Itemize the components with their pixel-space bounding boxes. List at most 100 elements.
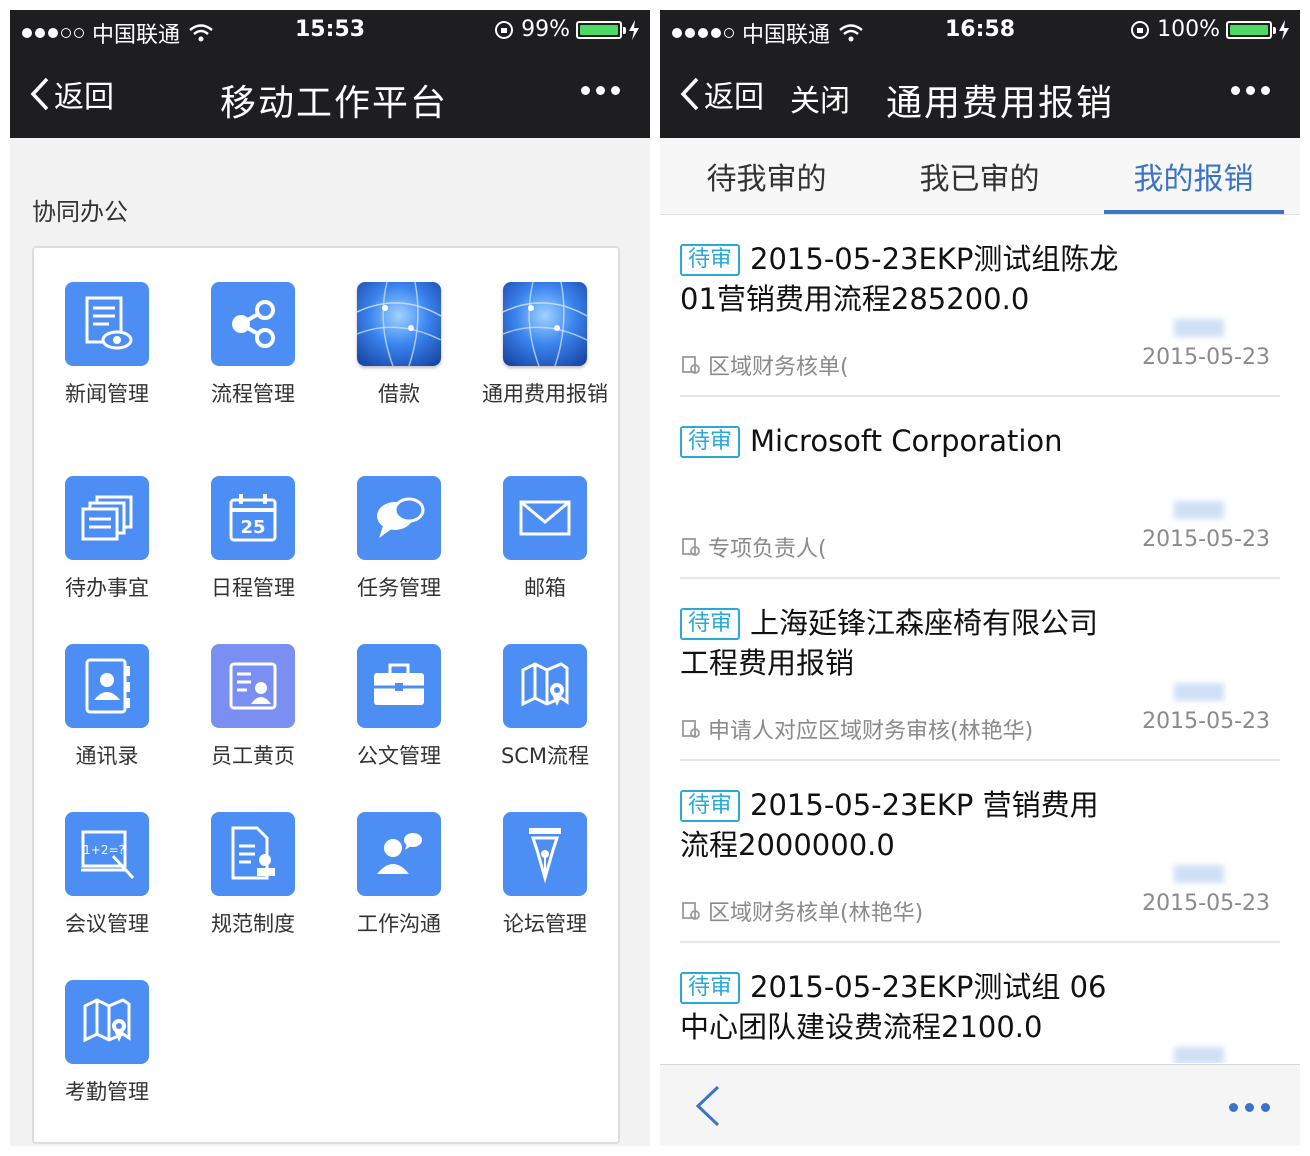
app-todo[interactable]: 待办事宜 — [34, 476, 180, 602]
tab-pending-my-review[interactable]: 待我审的 — [660, 138, 873, 214]
app-grid: 新闻管理 流程管理 借款 通用费用报销 待办事宜 25 日程管理 任务管理 邮箱… — [32, 246, 620, 1144]
chevron-left-icon — [30, 77, 49, 111]
battery-percent: 100% — [1157, 17, 1220, 42]
item-date: 2015-05-23 — [1142, 345, 1270, 370]
share-flow-icon — [211, 282, 295, 366]
more-menu-button[interactable] — [1231, 86, 1270, 95]
whiteboard-text: 1+2=? — [83, 843, 125, 857]
back-button[interactable]: 返回 — [30, 72, 114, 116]
battery-icon — [1226, 20, 1276, 39]
directory-icon — [211, 644, 295, 728]
bottom-toolbar — [660, 1064, 1300, 1146]
app-attendance[interactable]: 考勤管理 — [34, 980, 180, 1106]
todo-list-icon — [65, 476, 149, 560]
redacted-text — [1174, 1047, 1224, 1063]
status-badge: 待审 — [680, 426, 741, 458]
rotation-lock-icon — [495, 20, 514, 39]
app-scm[interactable]: SCM流程 — [472, 644, 618, 770]
approver-icon — [682, 720, 700, 738]
map-pin-icon — [65, 980, 149, 1064]
app-mail[interactable]: 邮箱 — [472, 476, 618, 602]
rotation-lock-icon — [1131, 20, 1150, 39]
reimbursement-list[interactable]: 待审 2015-05-23EKP测试组陈龙01营销费用流程285200.0 区域财… — [660, 215, 1300, 1063]
chat-bubbles-icon — [357, 476, 441, 560]
document-stamp-icon — [211, 812, 295, 896]
app-expense[interactable]: 通用费用报销 — [472, 282, 618, 408]
redacted-text — [1174, 683, 1224, 701]
more-menu-button[interactable] — [581, 86, 620, 95]
list-item[interactable]: 待审 2015-05-23EKP 营销费用流程2000000.0 区域财务核单(林… — [680, 761, 1280, 943]
app-meetings[interactable]: 1+2=? 会议管理 — [34, 812, 180, 938]
contacts-icon — [65, 644, 149, 728]
globe-icon — [357, 282, 441, 366]
item-approver: 专项负责人( — [708, 537, 827, 562]
list-item[interactable]: 待审 2015-05-23EKP测试组陈龙01营销费用流程285200.0 区域财… — [680, 215, 1280, 397]
status-bar: 中国联通 16:58 100% — [660, 10, 1300, 50]
charging-icon — [629, 19, 639, 40]
item-approver: 申请人对应区域财务审核(林艳华) — [708, 719, 1034, 744]
close-button[interactable]: 关闭 — [790, 76, 850, 120]
app-forum[interactable]: 论坛管理 — [472, 812, 618, 938]
approver-icon — [682, 902, 700, 920]
redacted-text — [1174, 865, 1224, 883]
app-contacts[interactable]: 通讯录 — [34, 644, 180, 770]
list-item[interactable]: 待审 上海延锋江森座椅有限公司工程费用报销 申请人对应区域财务审核(林艳华) 20… — [680, 579, 1280, 761]
item-approver: 区域财务核单(林艳华) — [708, 901, 924, 926]
app-directory[interactable]: 员工黄页 — [180, 644, 326, 770]
approver-icon — [682, 356, 700, 374]
battery-percent: 99% — [521, 17, 570, 42]
chevron-left-icon — [695, 1085, 720, 1127]
toolbar-back-button[interactable] — [694, 1083, 722, 1133]
whiteboard-icon: 1+2=? — [65, 812, 149, 896]
status-badge: 待审 — [680, 790, 741, 822]
toolbar-more-button[interactable] — [1229, 1103, 1270, 1112]
news-icon — [65, 282, 149, 366]
nav-bar: 返回 移动工作平台 — [10, 50, 650, 138]
page-title: 移动工作平台 — [220, 83, 449, 124]
status-badge: 待审 — [680, 244, 741, 276]
item-date: 2015-05-23 — [1142, 891, 1270, 916]
list-item[interactable]: 待审 2015-05-23EKP测试组 06中心团队建设费流程2100.0 — [680, 943, 1280, 1063]
left-topbar: 中国联通 15:53 99% 返回 移动工作平台 — [10, 10, 650, 138]
item-title: 上海延锋江森座椅有限公司工程费用报销 — [680, 606, 1099, 680]
chevron-left-icon — [680, 77, 699, 111]
back-label: 返回 — [704, 80, 764, 115]
tab-my-reimbursements[interactable]: 我的报销 — [1087, 138, 1300, 214]
status-bar: 中国联通 15:53 99% — [10, 10, 650, 50]
calendar-icon: 25 — [211, 476, 295, 560]
app-loan[interactable]: 借款 — [326, 282, 472, 408]
app-calendar[interactable]: 25 日程管理 — [180, 476, 326, 602]
active-tab-indicator — [1104, 210, 1284, 214]
globe-icon — [503, 282, 587, 366]
map-pin-icon — [503, 644, 587, 728]
left-phone-screen: 中国联通 15:53 99% 返回 移动工作平台 协同办公 新闻管理 流程管理 … — [10, 10, 650, 1146]
item-date: 2015-05-23 — [1142, 527, 1270, 552]
redacted-text — [1174, 501, 1224, 519]
app-news[interactable]: 新闻管理 — [34, 282, 180, 408]
right-phone-screen: 中国联通 16:58 100% 返回 关闭 通用费用报销 待我审的 我已审的 我… — [660, 10, 1300, 1146]
item-date: 2015-05-23 — [1142, 709, 1270, 734]
calendar-date-label: 25 — [240, 517, 265, 538]
app-regulations[interactable]: 规范制度 — [180, 812, 326, 938]
tab-reviewed-by-me[interactable]: 我已审的 — [873, 138, 1086, 214]
item-approver: 区域财务核单( — [708, 355, 849, 380]
app-communication[interactable]: 工作沟通 — [326, 812, 472, 938]
right-topbar: 中国联通 16:58 100% 返回 关闭 通用费用报销 — [660, 10, 1300, 138]
item-title: 2015-05-23EKP测试组 06中心团队建设费流程2100.0 — [680, 970, 1107, 1044]
status-badge: 待审 — [680, 608, 741, 640]
item-title: 2015-05-23EKP 营销费用流程2000000.0 — [680, 788, 1099, 862]
tab-bar: 待我审的 我已审的 我的报销 — [660, 138, 1300, 215]
app-documents[interactable]: 公文管理 — [326, 644, 472, 770]
battery-icon — [576, 20, 626, 39]
back-button[interactable]: 返回 — [680, 72, 764, 116]
briefcase-icon — [357, 644, 441, 728]
nav-bar: 返回 关闭 通用费用报销 — [660, 50, 1300, 138]
app-tasks[interactable]: 任务管理 — [326, 476, 472, 602]
pen-nib-icon — [503, 812, 587, 896]
back-label: 返回 — [54, 80, 114, 115]
mail-icon — [503, 476, 587, 560]
list-item[interactable]: 待审 Microsoft Corporation 专项负责人( 2015-05-2… — [680, 397, 1280, 579]
redacted-text — [1174, 319, 1224, 337]
person-talk-icon — [357, 812, 441, 896]
app-workflow[interactable]: 流程管理 — [180, 282, 326, 408]
